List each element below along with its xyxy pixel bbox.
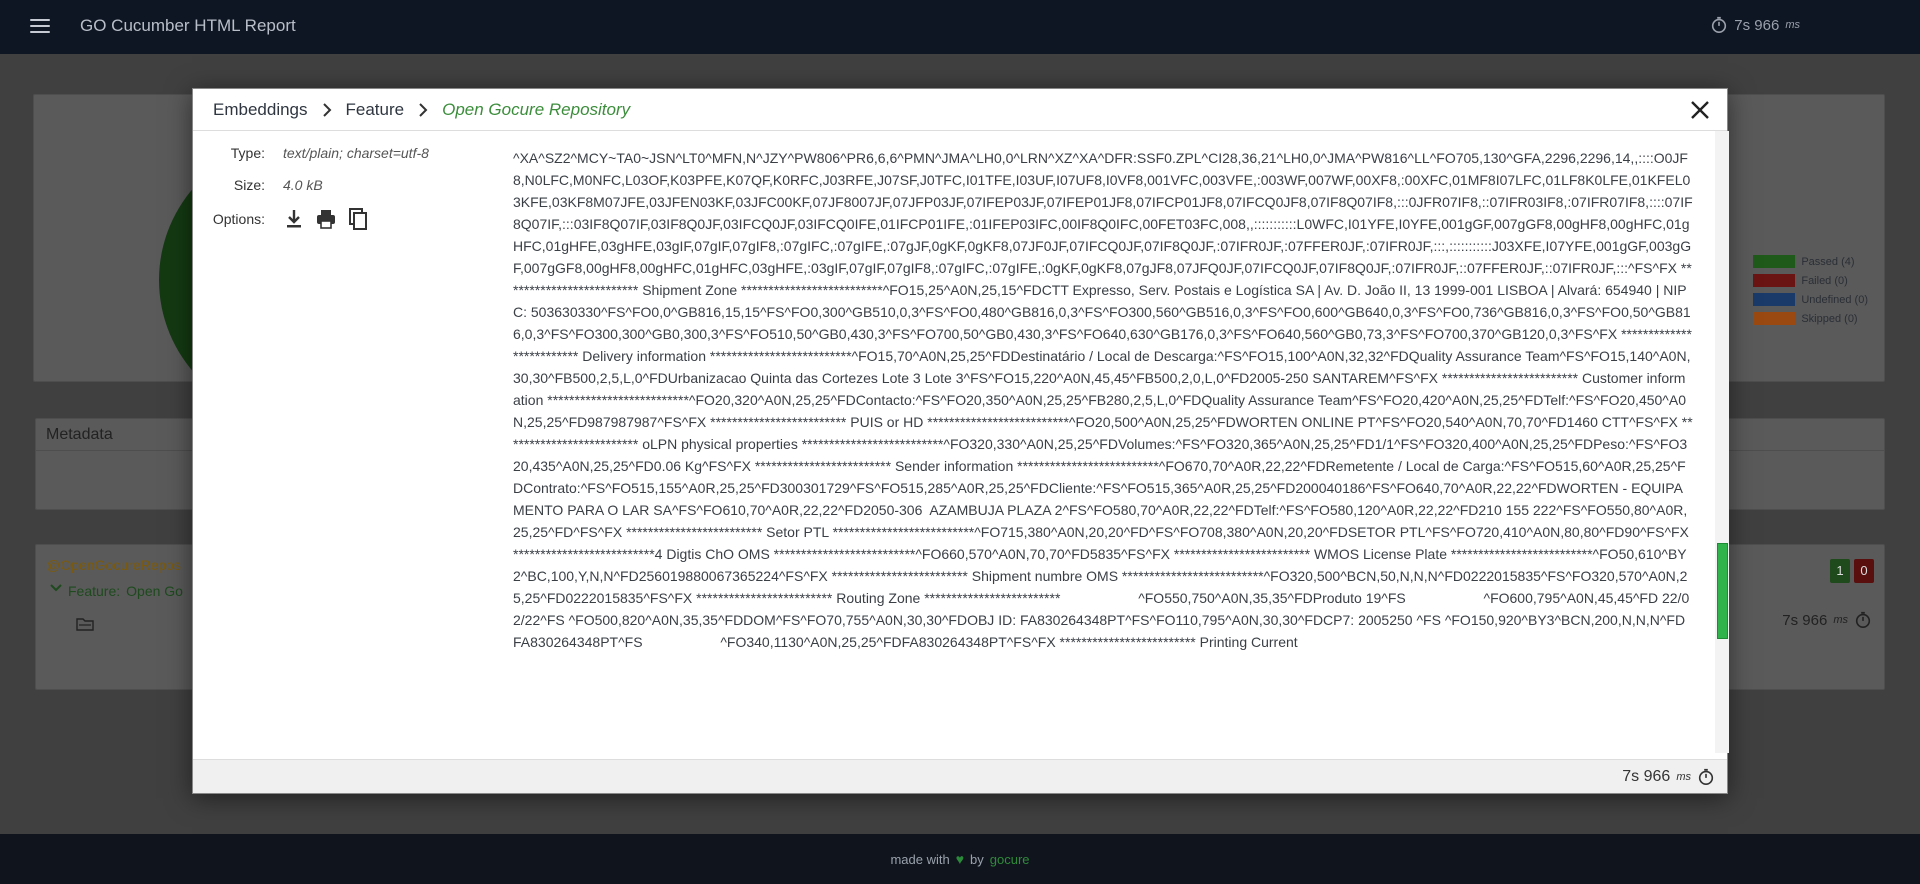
type-row: Type: text/plain; charset=utf-8 xyxy=(193,145,429,161)
size-row: Size: 4.0 kB xyxy=(193,177,323,193)
chart-legend: Passed (4) Failed (0) Undefined (0) Skip… xyxy=(1753,255,1868,331)
scrollbar-thumb[interactable] xyxy=(1717,543,1728,639)
modal-time-unit: ms xyxy=(1676,770,1691,783)
modal-body: Type: text/plain; charset=utf-8 Size: 4.… xyxy=(193,131,1729,753)
menu-icon[interactable] xyxy=(30,19,50,33)
stopwatch-icon xyxy=(1712,16,1727,34)
feature-tag: @OpenGocureRepos xyxy=(46,557,181,573)
size-value: 4.0 kB xyxy=(283,177,323,193)
folder-icon[interactable] xyxy=(76,617,94,631)
passed-badge: 1 xyxy=(1830,559,1850,583)
options-row: Options: xyxy=(193,207,379,231)
feature-header[interactable]: Feature: Open Go xyxy=(50,583,183,599)
heart-icon: ♥ xyxy=(955,851,965,867)
breadcrumb-embeddings[interactable]: Embeddings xyxy=(213,100,308,120)
modal-footer: 7s 966 ms xyxy=(193,759,1727,793)
embedding-content: ^XA^SZ2^MCY~TA0~JSN^LT0^MFN,N^JZY^PW806^… xyxy=(513,150,1693,650)
legend-item: Skipped (0) xyxy=(1753,312,1868,325)
header-duration: 7s 966 ms xyxy=(1710,16,1800,34)
modal-time-value: 7s 966 xyxy=(1622,767,1671,785)
header-time-unit: ms xyxy=(1785,19,1800,31)
legend-swatch xyxy=(1753,312,1796,325)
feature-duration: 7s 966 ms xyxy=(1782,611,1872,629)
print-icon[interactable] xyxy=(315,207,337,231)
stopwatch-icon xyxy=(1855,611,1871,629)
breadcrumb-feature[interactable]: Feature xyxy=(346,100,405,120)
legend-item: Failed (0) xyxy=(1753,274,1868,287)
type-value: text/plain; charset=utf-8 xyxy=(283,145,429,161)
legend-item: Undefined (0) xyxy=(1753,293,1868,306)
app-title: GO Cucumber HTML Report xyxy=(80,16,296,35)
legend-swatch xyxy=(1753,255,1796,268)
legend-swatch xyxy=(1753,274,1796,287)
app-header: GO Cucumber HTML Report 7s 966 ms xyxy=(0,0,1920,54)
feature-name: Open Go xyxy=(126,583,183,599)
download-icon[interactable] xyxy=(283,207,305,231)
chevron-right-icon xyxy=(322,102,331,117)
embedding-modal: Embeddings Feature Open Gocure Repositor… xyxy=(192,88,1729,794)
gocure-link[interactable]: gocure xyxy=(990,852,1030,867)
legend-swatch xyxy=(1753,293,1796,306)
app-footer: made with ♥ by gocure xyxy=(0,834,1920,884)
legend-item: Passed (4) xyxy=(1753,255,1868,268)
stopwatch-icon xyxy=(1698,768,1714,785)
options-label: Options: xyxy=(212,211,265,227)
modal-header: Embeddings Feature Open Gocure Repositor… xyxy=(193,89,1727,131)
failed-badge: 0 xyxy=(1854,559,1874,583)
header-time-value: 7s 966 xyxy=(1734,16,1780,34)
modal-scrollbar[interactable] xyxy=(1715,131,1729,753)
close-icon[interactable] xyxy=(1689,99,1711,121)
chevron-right-icon xyxy=(419,102,428,117)
breadcrumb-current: Open Gocure Repository xyxy=(442,99,631,119)
size-label: Size: xyxy=(233,177,265,193)
chevron-down-icon xyxy=(50,584,62,592)
feature-label: Feature: xyxy=(68,583,121,599)
copy-icon[interactable] xyxy=(347,207,369,231)
result-badges: 1 0 xyxy=(1830,559,1874,583)
type-label: Type: xyxy=(230,145,265,161)
